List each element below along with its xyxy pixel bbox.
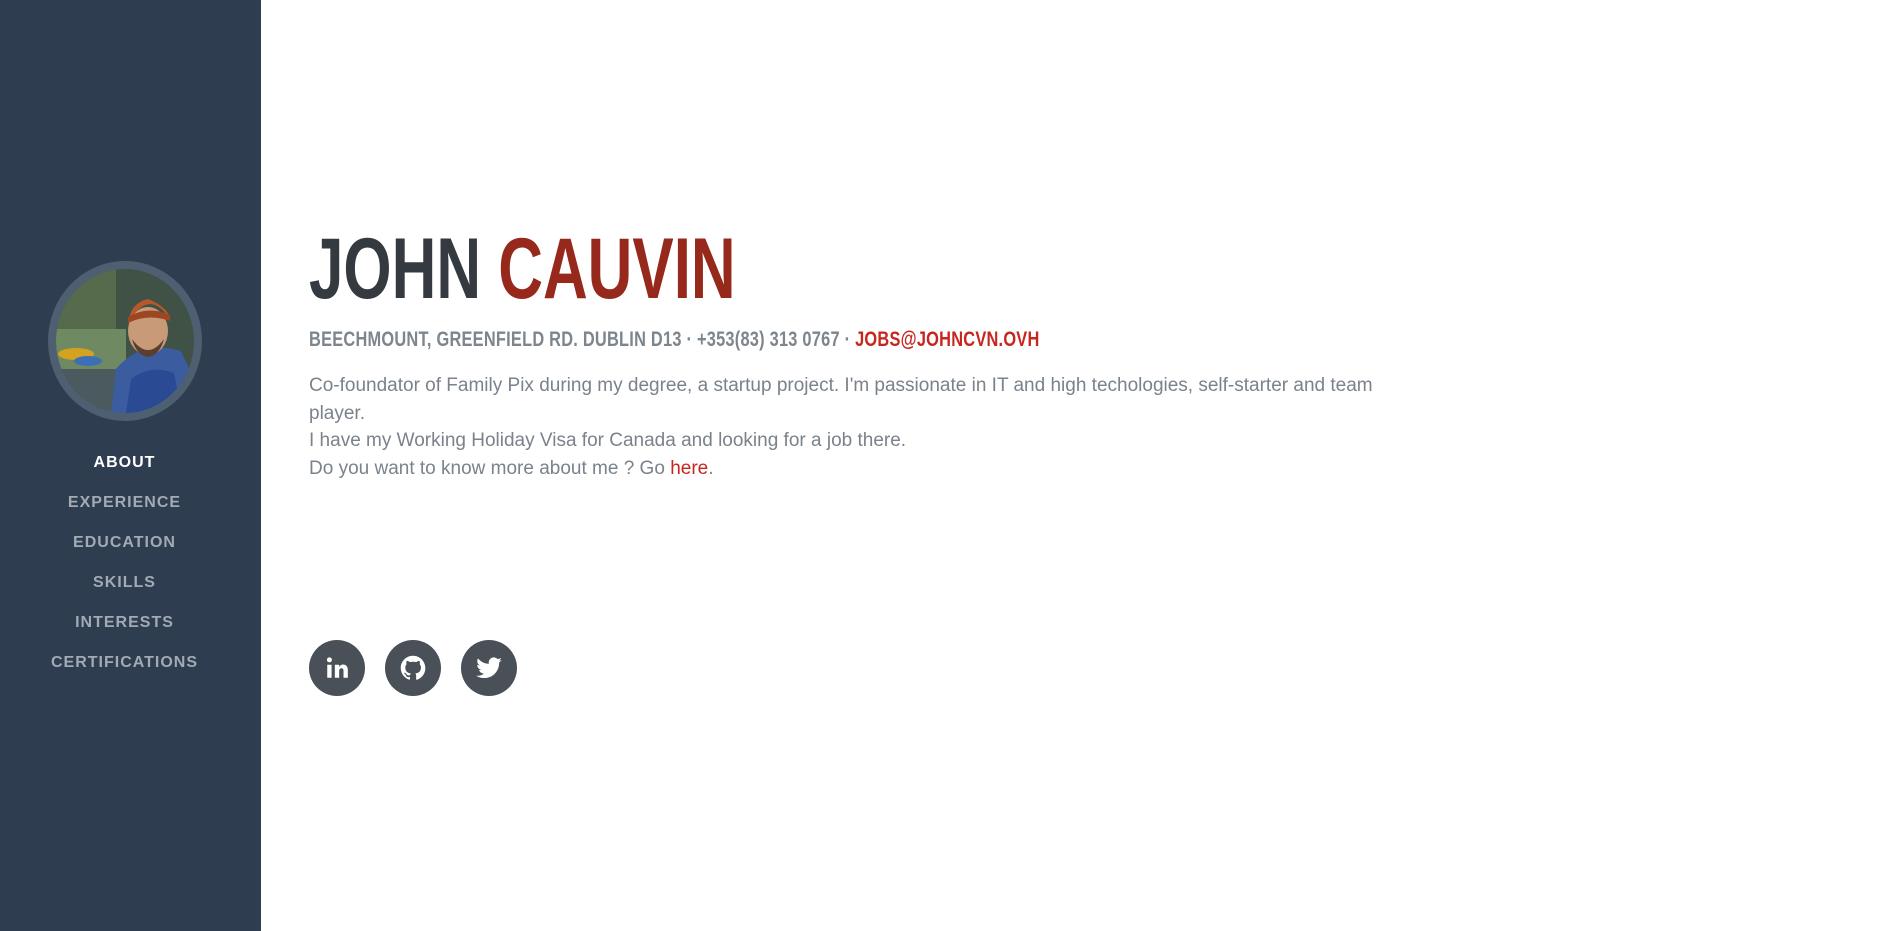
nav-item-education[interactable]: EDUCATION — [0, 523, 249, 563]
nav-item-skills[interactable]: SKILLS — [0, 563, 249, 603]
social-icons — [309, 640, 517, 696]
bio: Co-foundator of Family Pix during my deg… — [309, 372, 1399, 482]
bio-line-3-suffix: . — [708, 457, 714, 479]
sidebar-nav: ABOUT EXPERIENCE EDUCATION SKILLS INTERE… — [0, 443, 249, 683]
sidebar: ABOUT EXPERIENCE EDUCATION SKILLS INTERE… — [0, 0, 261, 931]
nav-item-about[interactable]: ABOUT — [0, 443, 249, 483]
nav-item-certifications[interactable]: CERTIFICATIONS — [0, 643, 249, 683]
nav-item-experience[interactable]: EXPERIENCE — [0, 483, 249, 523]
first-name: JOHN — [309, 221, 482, 317]
bio-line-1: Co-foundator of Family Pix during my deg… — [309, 375, 1373, 424]
linkedin-icon — [326, 657, 348, 678]
profile-photo — [56, 269, 194, 413]
about-section: JOHN CAUVIN BEECHMOUNT, GREENFIELD RD. D… — [309, 0, 1409, 931]
github-button[interactable] — [385, 640, 441, 696]
page-title: JOHN CAUVIN — [309, 226, 736, 312]
address-phone: BEECHMOUNT, GREENFIELD RD. DUBLIN D13 · … — [309, 328, 856, 351]
contact-line: BEECHMOUNT, GREENFIELD RD. DUBLIN D13 · … — [309, 328, 1040, 352]
twitter-button[interactable] — [461, 640, 517, 696]
email-link[interactable]: JOBS@JOHNCVN.OVH — [855, 328, 1039, 351]
more-info-link[interactable]: here — [670, 458, 708, 479]
profile-avatar[interactable] — [48, 261, 202, 421]
github-icon — [400, 655, 426, 680]
linkedin-button[interactable] — [309, 640, 365, 696]
twitter-icon — [476, 657, 502, 679]
bio-line-3-prefix: Do you want to know more about me ? Go — [309, 457, 671, 479]
bio-line-2: I have my Working Holiday Visa for Canad… — [309, 430, 907, 451]
last-name: CAUVIN — [498, 221, 736, 317]
bio-line-3: Do you want to know more about me ? Go h… — [309, 455, 1399, 483]
nav-item-interests[interactable]: INTERESTS — [0, 603, 249, 643]
